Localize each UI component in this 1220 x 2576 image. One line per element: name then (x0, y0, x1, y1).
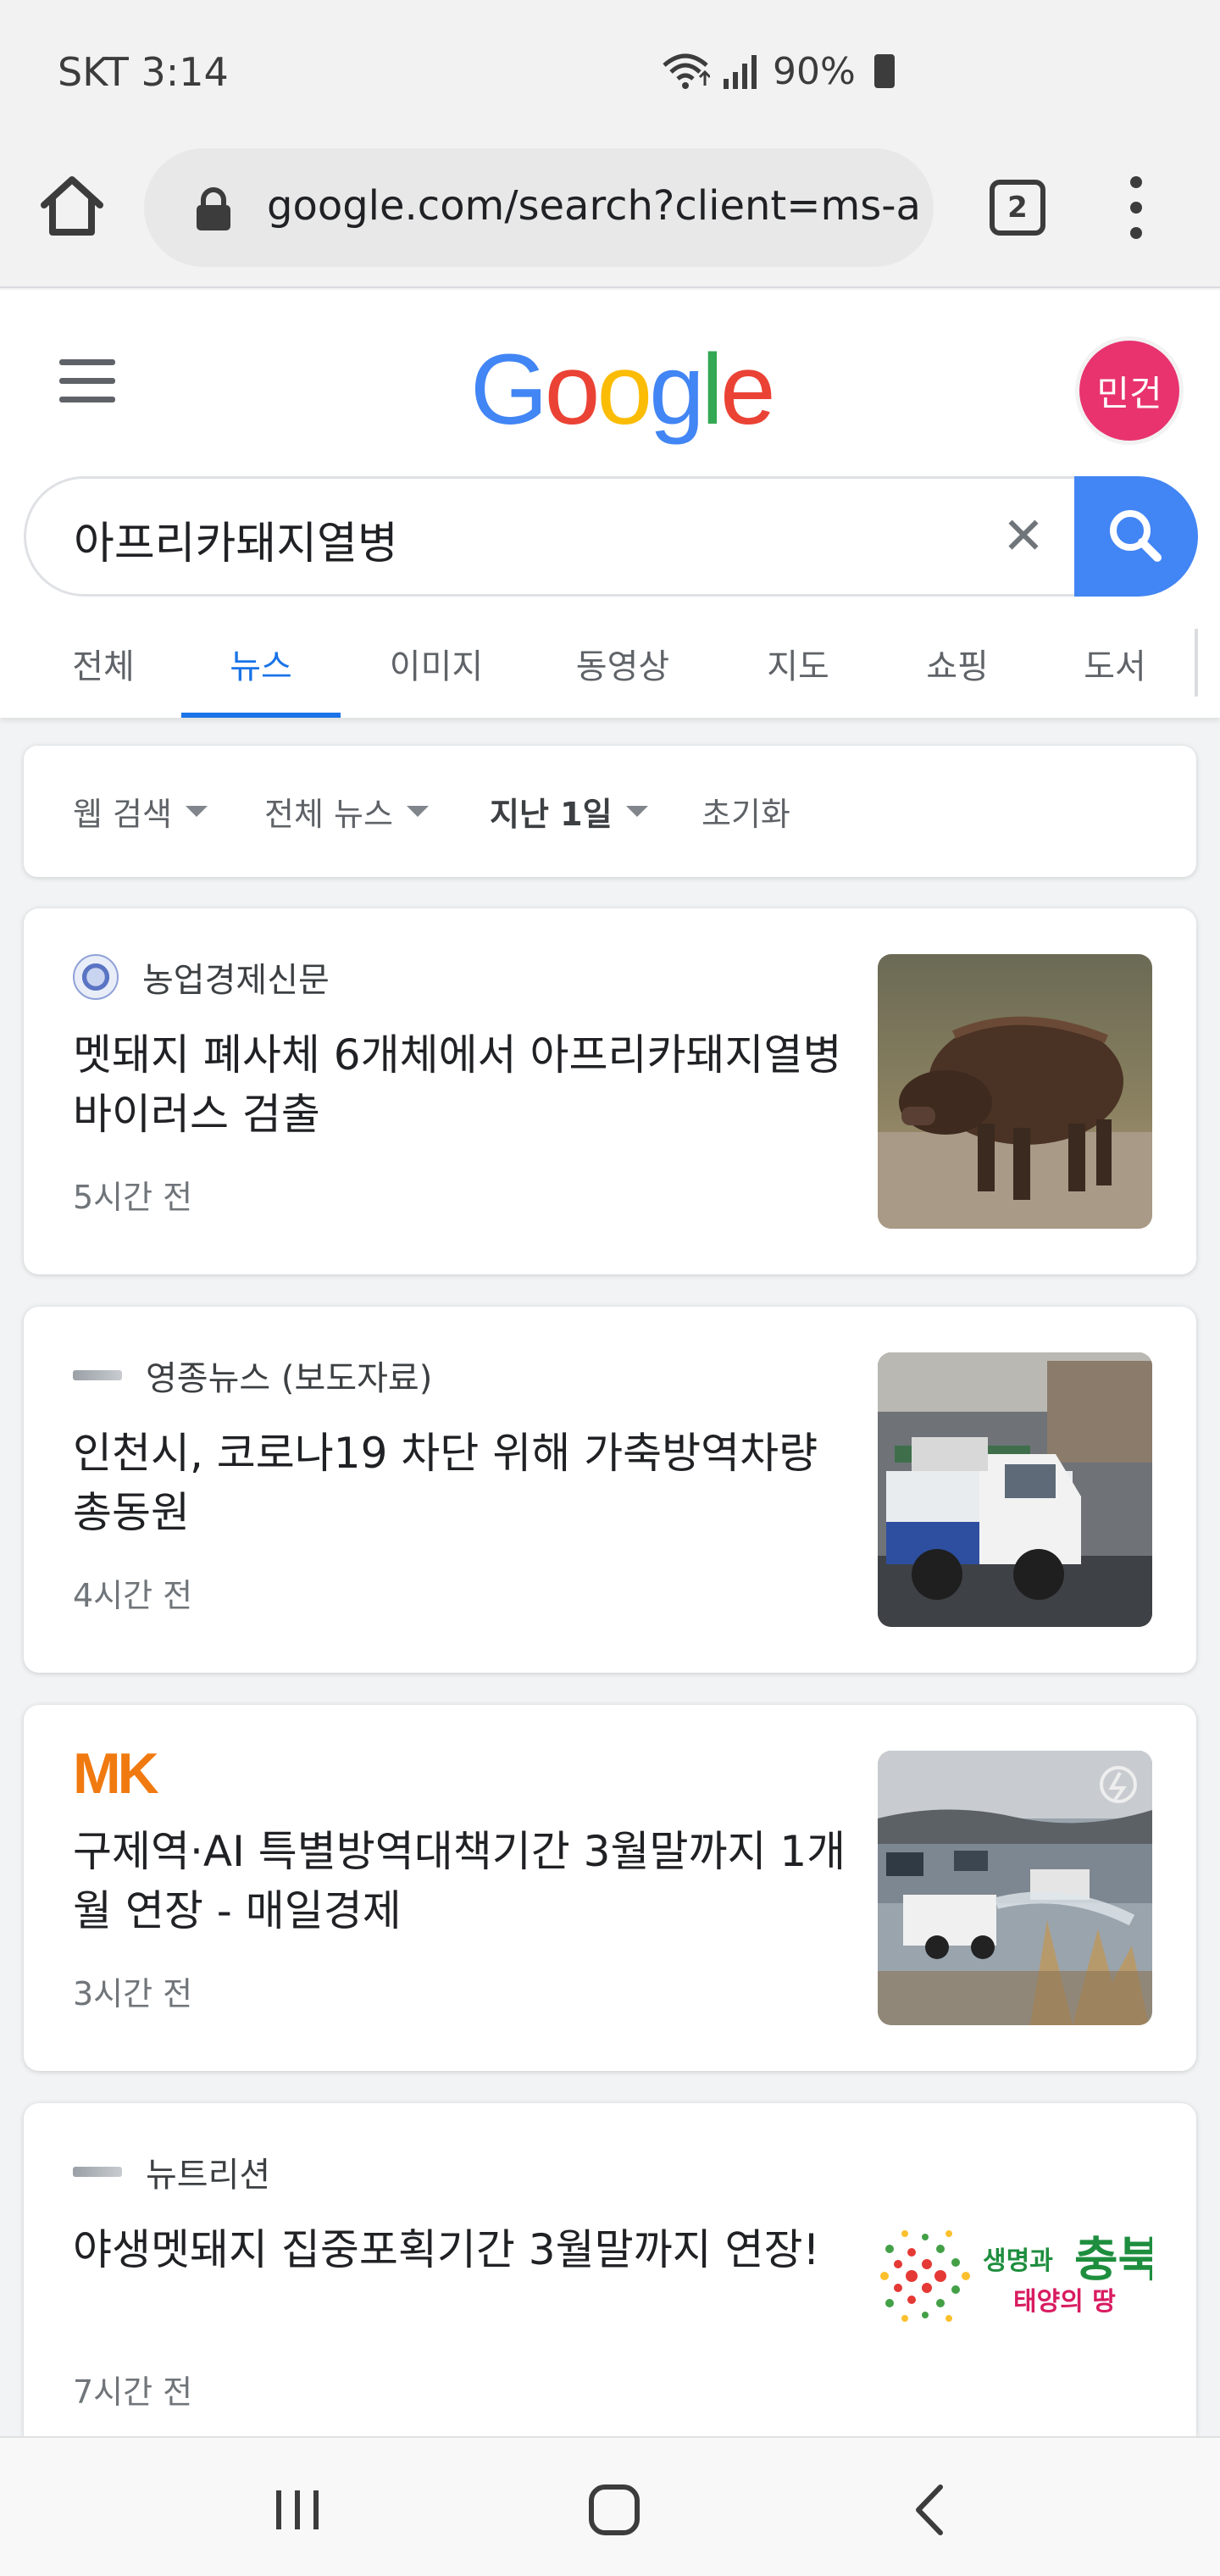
battery-icon (873, 54, 895, 88)
yeongjong-news-icon (73, 1370, 122, 1380)
news-source: 농업경제신문 (73, 954, 330, 1000)
news-time: 7시간 전 (73, 2373, 193, 2411)
battery-percent: 90% (773, 49, 856, 93)
home-button-icon[interactable] (576, 2472, 652, 2548)
news-card[interactable]: 영종뉴스 (보도자료) 인천시, 코로나19 차단 위해 가축방역차량 총동원 … (24, 1307, 1196, 1673)
disinfection-truck-photo[interactable] (878, 1352, 1152, 1627)
all-news-dropdown[interactable]: 전체 뉴스 (264, 788, 429, 835)
web-search-dropdown[interactable]: 웹 검색 (73, 788, 208, 835)
chungbuk-text-big: 충북 (1074, 2233, 1152, 2288)
tab-all[interactable]: 전체 (51, 629, 156, 718)
caret-down-icon (625, 806, 648, 817)
search-input[interactable]: 아프리카돼지열병 (74, 508, 398, 571)
web-search-label: 웹 검색 (73, 796, 172, 833)
recent-apps-icon[interactable] (259, 2472, 336, 2548)
mk-logo-icon: MK (73, 1741, 159, 1806)
status-bar: SKT 3:14 90% (0, 0, 1220, 144)
address-bar[interactable]: google.com/search?client=ms-an (144, 148, 934, 267)
news-title[interactable]: 인천시, 코로나19 차단 위해 가축방역차량 총동원 (73, 1424, 861, 1542)
google-logo[interactable]: Google (470, 332, 776, 446)
chungbuk-text-2: 태양의 땅 (1013, 2287, 1116, 2317)
hamburger-menu-icon[interactable] (59, 359, 119, 403)
news-source: 뉴트리션 (73, 2149, 270, 2195)
time-range-dropdown[interactable]: 지난 1일 (490, 788, 648, 835)
reset-label: 초기화 (702, 796, 790, 833)
browser-toolbar: google.com/search?client=ms-an 2 (0, 144, 1220, 288)
news-card[interactable]: MK 구제역·AI 특별방역대책기간 3월말까지 1개월 연장 - 매일경제 3… (24, 1705, 1196, 2071)
system-navigation-bar (0, 2436, 1220, 2576)
home-icon[interactable] (34, 168, 110, 244)
signal-icon (724, 55, 757, 89)
tab-videos[interactable]: 동영상 (559, 629, 686, 718)
all-news-label: 전체 뉴스 (264, 796, 393, 833)
account-avatar[interactable]: 민건 (1079, 341, 1179, 441)
logo-letter: l (701, 334, 724, 446)
carrier-time: SKT 3:14 (58, 49, 229, 95)
news-source: MK (73, 1741, 159, 1806)
news-card[interactable]: 농업경제신문 멧돼지 폐사체 6개체에서 아프리카돼지열병 바이러스 검출 5시… (24, 908, 1196, 1274)
active-tab-indicator (181, 713, 341, 718)
source-name: 농업경제신문 (142, 961, 330, 1000)
globe-icon (73, 954, 119, 1000)
tab-books[interactable]: 도서 (1062, 629, 1167, 718)
time-range-label: 지난 1일 (490, 796, 613, 833)
spraying-truck-photo[interactable] (878, 1751, 1152, 2025)
search-type-tabs: 전체 뉴스 이미지 동영상 지도 쇼핑 도서 (0, 629, 1220, 718)
tab-shopping[interactable]: 쇼핑 (905, 629, 1010, 718)
tabs-divider (1195, 629, 1198, 697)
lock-icon (197, 187, 230, 230)
logo-letter: G (470, 334, 548, 446)
search-icon (1110, 510, 1162, 562)
tab-switcher-button[interactable]: 2 (990, 180, 1045, 236)
logo-letter: o (596, 334, 652, 446)
chungbuk-text-1: 생명과 (983, 2246, 1053, 2276)
source-name: 영종뉴스 (보도자료) (146, 1359, 433, 1398)
news-card[interactable]: 뉴트리션 야생멧돼지 집중포획기간 3월말까지 연장! 7시간 전 생명과 충북… (24, 2103, 1196, 2436)
wifi-icon (663, 53, 710, 89)
source-name: 뉴트리션 (146, 2156, 271, 2195)
caret-down-icon (406, 806, 429, 817)
news-source: 영종뉴스 (보도자료) (73, 1352, 432, 1398)
more-menu-icon[interactable] (1115, 169, 1157, 246)
tab-maps[interactable]: 지도 (746, 629, 851, 718)
status-icons: 90% (661, 46, 895, 97)
tab-images[interactable]: 이미지 (373, 629, 500, 718)
back-icon[interactable] (893, 2472, 969, 2548)
logo-letter: e (719, 334, 776, 446)
news-title[interactable]: 구제역·AI 특별방역대책기간 3월말까지 1개월 연장 - 매일경제 (73, 1822, 861, 1940)
search-button[interactable] (1074, 476, 1198, 597)
tab-news[interactable]: 뉴스 (181, 629, 341, 718)
google-header: Google 민건 아프리카돼지열병 ✕ 전체 뉴스 이미지 동영상 지도 쇼핑 (0, 290, 1220, 718)
chungbuk-logo-image[interactable]: 생명과 충북 태양의 땅 (878, 2149, 1152, 2423)
news-title[interactable]: 멧돼지 폐사체 6개체에서 아프리카돼지열병 바이러스 검출 (73, 1025, 861, 1144)
logo-letter: g (649, 334, 705, 446)
news-title[interactable]: 야생멧돼지 집중포획기간 3월말까지 연장! (73, 2220, 861, 2279)
clear-icon[interactable]: ✕ (996, 509, 1051, 564)
search-tools-bar: 웹 검색 전체 뉴스 지난 1일 초기화 (24, 746, 1196, 877)
logo-letter: o (544, 334, 601, 446)
url-text: google.com/search?client=ms-an (267, 182, 919, 230)
news-time: 4시간 전 (73, 1577, 193, 1614)
search-box[interactable]: 아프리카돼지열병 ✕ (24, 476, 1196, 597)
caret-down-icon (185, 806, 208, 817)
news-time: 3시간 전 (73, 1975, 193, 2012)
reset-filters-button[interactable]: 초기화 (702, 788, 790, 835)
nutrition-icon (73, 2167, 122, 2177)
wild-boar-photo[interactable] (878, 954, 1152, 1229)
news-time: 5시간 전 (73, 1179, 193, 1216)
